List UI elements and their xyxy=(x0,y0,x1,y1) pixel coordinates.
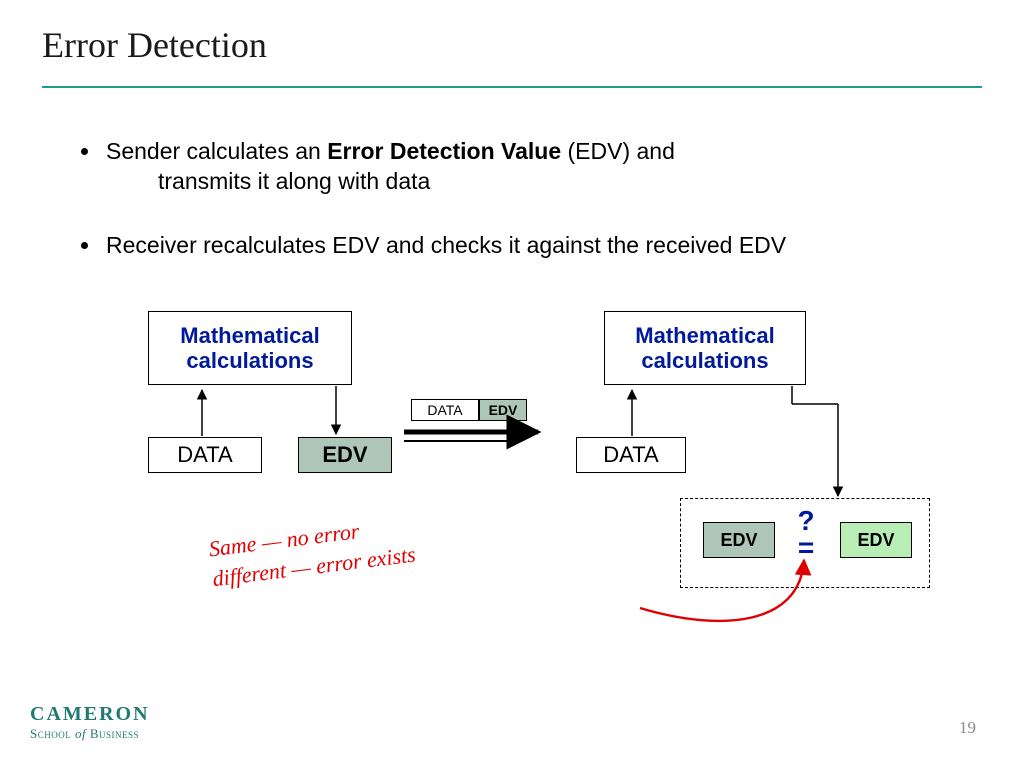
footer-logo: CAMERON School of Business xyxy=(30,703,150,742)
receiver-data-box: DATA xyxy=(576,437,686,473)
receiver-math-box: Mathematical calculations xyxy=(604,311,806,385)
sender-edv-box: EDV xyxy=(298,437,392,473)
logo-bot-of: of xyxy=(75,726,86,741)
sender-data-box: DATA xyxy=(148,437,262,473)
logo-bottom: School of Business xyxy=(30,726,150,742)
page-number: 19 xyxy=(959,718,976,738)
math-label-1a: Mathematical xyxy=(180,323,319,348)
compare-symbol: ? = xyxy=(792,508,820,561)
math-label-2b: calculations xyxy=(641,348,768,373)
packet-data-box: DATA xyxy=(411,399,479,421)
math-label-1b: calculations xyxy=(186,348,313,373)
packet-edv-box: EDV xyxy=(479,399,527,421)
math-label-2a: Mathematical xyxy=(635,323,774,348)
calculated-edv-box: EDV xyxy=(840,522,912,558)
diagram: Mathematical calculations DATA EDV DATA … xyxy=(0,0,1024,768)
sender-math-box: Mathematical calculations xyxy=(148,311,352,385)
received-edv-box: EDV xyxy=(703,522,775,558)
logo-bot-b: Business xyxy=(86,726,139,741)
logo-bot-a: School xyxy=(30,726,75,741)
handwriting: Same — no error different — error exists xyxy=(207,510,417,594)
logo-top: CAMERON xyxy=(30,703,150,726)
